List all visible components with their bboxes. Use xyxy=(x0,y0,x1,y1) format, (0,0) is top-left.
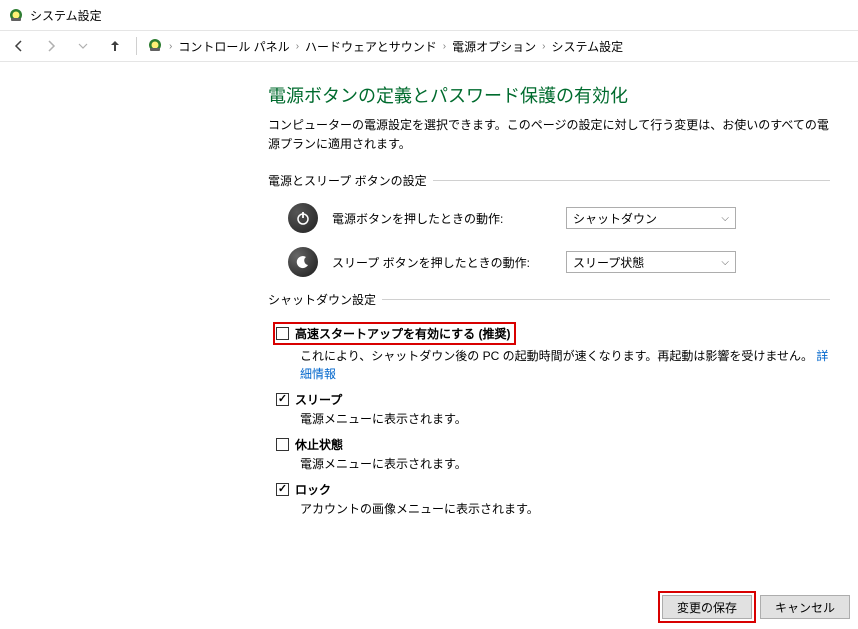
page-title: 電源ボタンの定義とパスワード保護の有効化 xyxy=(268,82,830,108)
recent-locations-dropdown[interactable] xyxy=(72,35,94,57)
power-options-icon xyxy=(147,37,163,56)
up-button[interactable] xyxy=(104,35,126,57)
sleep-icon xyxy=(288,247,318,277)
section-header-shutdown: シャットダウン設定 xyxy=(268,291,830,308)
lock-checkbox[interactable] xyxy=(276,483,289,496)
forward-button[interactable] xyxy=(40,35,62,57)
main-content: 電源ボタンの定義とパスワード保護の有効化 コンピューターの電源設定を選択できます… xyxy=(0,62,858,518)
sleep-label: スリープ xyxy=(295,391,342,408)
chevron-right-icon: › xyxy=(296,41,299,52)
checkbox-row-hibernate: 休止状態 xyxy=(276,436,830,453)
power-button-action-select[interactable]: シャットダウン ⌵ xyxy=(566,207,736,229)
chevron-right-icon: › xyxy=(542,41,545,52)
power-icon xyxy=(288,203,318,233)
checkbox-row-lock: ロック xyxy=(276,481,830,498)
chevron-right-icon: › xyxy=(169,41,172,52)
select-value: シャットダウン xyxy=(573,210,657,227)
section-rule xyxy=(382,299,830,300)
footer: 変更の保存 キャンセル xyxy=(662,595,850,619)
fast-startup-label: 高速スタートアップを有効にする (推奨) xyxy=(295,325,510,342)
checkbox-row-sleep: スリープ xyxy=(276,391,830,408)
power-button-action-row: 電源ボタンを押したときの動作: シャットダウン ⌵ xyxy=(268,203,830,233)
breadcrumb-item[interactable]: 電源オプション xyxy=(452,38,536,55)
section-header-power-sleep: 電源とスリープ ボタンの設定 xyxy=(268,172,830,189)
power-options-icon xyxy=(8,7,24,23)
fast-startup-description: これにより、シャットダウン後の PC の起動時間が速くなります。再起動は影響を受… xyxy=(276,347,830,383)
sleep-button-action-select[interactable]: スリープ状態 ⌵ xyxy=(566,251,736,273)
save-button[interactable]: 変更の保存 xyxy=(662,595,752,619)
back-button[interactable] xyxy=(8,35,30,57)
chevron-down-icon: ⌵ xyxy=(721,213,729,224)
fast-startup-checkbox[interactable] xyxy=(276,327,289,340)
navbar: › コントロール パネル › ハードウェアとサウンド › 電源オプション › シ… xyxy=(0,30,858,62)
page-description: コンピューターの電源設定を選択できます。このページの設定に対して行う変更は、お使… xyxy=(268,116,830,154)
sleep-checkbox[interactable] xyxy=(276,393,289,406)
select-value: スリープ状態 xyxy=(573,254,644,271)
power-button-label: 電源ボタンを押したときの動作: xyxy=(332,210,552,227)
sleep-description: 電源メニューに表示されます。 xyxy=(276,410,830,428)
lock-label: ロック xyxy=(295,481,331,498)
cancel-button[interactable]: キャンセル xyxy=(760,595,850,619)
sleep-button-action-row: スリープ ボタンを押したときの動作: スリープ状態 ⌵ xyxy=(268,247,830,277)
breadcrumb[interactable]: › コントロール パネル › ハードウェアとサウンド › 電源オプション › シ… xyxy=(147,35,850,57)
chevron-right-icon: › xyxy=(443,41,446,52)
shutdown-options: 高速スタートアップを有効にする (推奨) これにより、シャットダウン後の PC … xyxy=(268,322,830,518)
window-title: システム設定 xyxy=(30,7,102,24)
breadcrumb-item[interactable]: ハードウェアとサウンド xyxy=(305,38,437,55)
titlebar: システム設定 xyxy=(0,0,858,30)
breadcrumb-item[interactable]: システム設定 xyxy=(552,38,624,55)
checkbox-row-fast-startup: 高速スタートアップを有効にする (推奨) xyxy=(273,322,516,345)
breadcrumb-item[interactable]: コントロール パネル xyxy=(178,38,289,55)
hibernate-label: 休止状態 xyxy=(295,436,343,453)
section-header-label: シャットダウン設定 xyxy=(268,291,376,308)
section-rule xyxy=(433,180,830,181)
hibernate-checkbox[interactable] xyxy=(276,438,289,451)
nav-separator xyxy=(136,37,137,55)
hibernate-description: 電源メニューに表示されます。 xyxy=(276,455,830,473)
sleep-button-label: スリープ ボタンを押したときの動作: xyxy=(332,254,552,271)
chevron-down-icon: ⌵ xyxy=(721,257,729,268)
section-header-label: 電源とスリープ ボタンの設定 xyxy=(268,172,427,189)
lock-description: アカウントの画像メニューに表示されます。 xyxy=(276,500,830,518)
